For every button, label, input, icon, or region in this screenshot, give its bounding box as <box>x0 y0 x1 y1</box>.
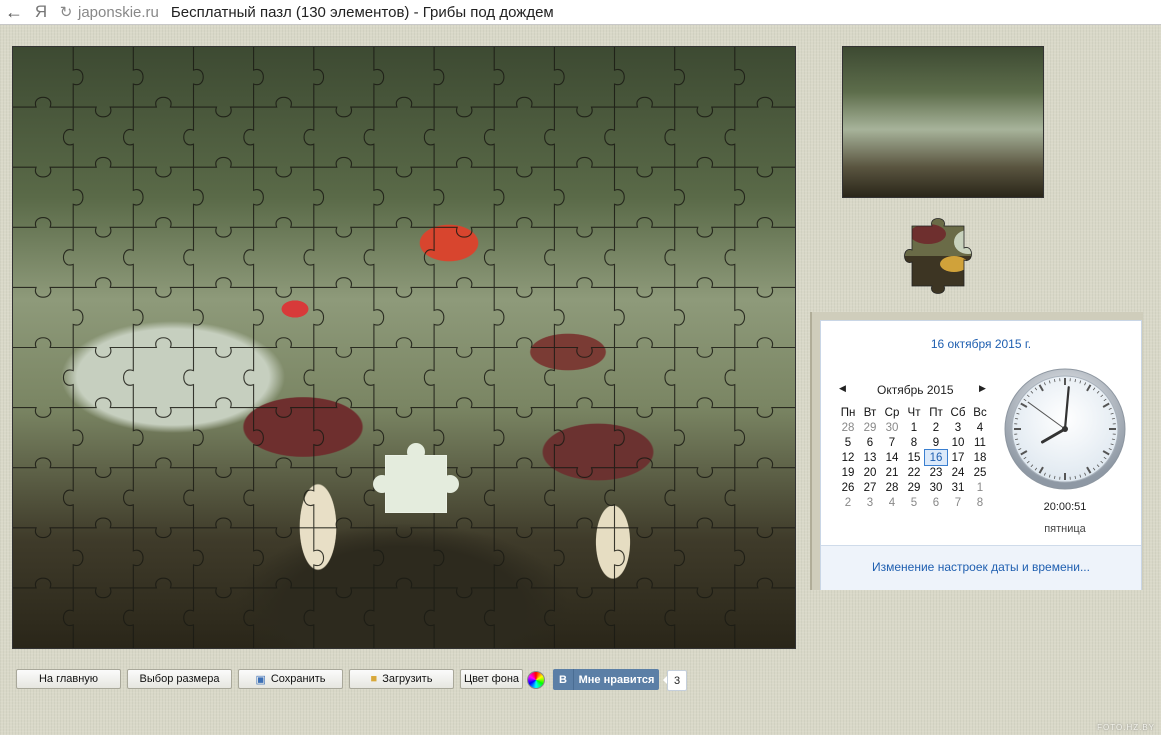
calendar-day[interactable]: 30 <box>925 480 947 495</box>
calendar-day[interactable]: 23 <box>925 465 947 480</box>
back-arrow-icon[interactable]: ← <box>0 0 28 24</box>
browser-address-bar: ← Я ↻ japonskie.ru Бесплатный пазл (130 … <box>0 0 1161 25</box>
calendar-day[interactable]: 3 <box>947 420 969 435</box>
calendar-day[interactable]: 2 <box>837 495 859 510</box>
page-title: Бесплатный пазл (130 элементов) - Грибы … <box>170 3 554 21</box>
weekday-header: Чт <box>907 406 921 419</box>
calendar-day[interactable]: 7 <box>947 495 969 510</box>
vk-like-button[interactable]: В Мне нравится <box>553 669 659 690</box>
reload-icon[interactable]: ↻ <box>54 3 78 21</box>
weekday-header: Ср <box>884 406 900 419</box>
calendar-day[interactable]: 9 <box>925 435 947 450</box>
calendar-day[interactable]: 13 <box>859 450 881 465</box>
next-month-icon[interactable]: ▶ <box>979 383 986 394</box>
loose-puzzle-piece[interactable] <box>898 212 988 300</box>
calendar-day[interactable]: 22 <box>903 465 925 480</box>
floppy-disk-icon: ▣ <box>255 673 266 686</box>
calendar-day[interactable]: 4 <box>969 420 991 435</box>
load-button[interactable]: ■ Загрузить <box>349 669 454 689</box>
calendar-day[interactable]: 7 <box>881 435 903 450</box>
calendar-day[interactable]: 25 <box>969 465 991 480</box>
calendar-day[interactable]: 28 <box>881 480 903 495</box>
calendar-day[interactable]: 20 <box>859 465 881 480</box>
watermark: FOTO.HZ.BY <box>1097 723 1155 732</box>
bgcolor-button[interactable]: Цвет фона <box>460 669 523 689</box>
month-label: Октябрь 2015 <box>877 383 954 397</box>
calendar-day[interactable]: 12 <box>837 450 859 465</box>
calendar-day[interactable]: 26 <box>837 480 859 495</box>
puzzle-board[interactable] <box>12 46 796 649</box>
calendar-day[interactable]: 2 <box>925 420 947 435</box>
calendar-day[interactable]: 19 <box>837 465 859 480</box>
weekday-header: Пн <box>840 406 856 419</box>
load-button-label: Загрузить <box>382 673 433 685</box>
calendar-day[interactable]: 15 <box>903 450 925 465</box>
calendar-day[interactable]: 5 <box>903 495 925 510</box>
prev-month-icon[interactable]: ◀ <box>839 383 846 394</box>
date-time-settings-link[interactable]: Изменение настроек даты и времени... <box>821 560 1141 574</box>
empty-piece-slot[interactable] <box>373 443 459 513</box>
weekday-header: Сб <box>950 406 966 419</box>
calendar-day[interactable]: 8 <box>903 435 925 450</box>
calendar-day[interactable]: 6 <box>859 435 881 450</box>
calendar-day[interactable]: 1 <box>969 480 991 495</box>
calendar-day[interactable]: 27 <box>859 480 881 495</box>
save-button-label: Сохранить <box>270 673 326 685</box>
bgcolor-button-label: Цвет фона <box>463 673 520 685</box>
calendar-day[interactable]: 16 <box>924 449 948 466</box>
calendar-day[interactable]: 5 <box>837 435 859 450</box>
calendar-widget: 16 октября 2015 г. ◀ Октябрь 2015 ▶ Пн Вт… <box>820 320 1142 590</box>
calendar-day[interactable]: 11 <box>969 435 991 450</box>
month-header: ◀ Октябрь 2015 ▶ <box>833 383 986 397</box>
vk-logo-icon: В <box>553 669 574 690</box>
color-wheel-icon[interactable] <box>527 671 545 689</box>
puzzle-grid <box>13 47 795 648</box>
weekday-header: Пт <box>929 406 943 419</box>
calendar-day[interactable]: 28 <box>837 420 859 435</box>
calendar-day[interactable]: 3 <box>859 495 881 510</box>
calendar-footer: Изменение настроек даты и времени... <box>821 545 1141 590</box>
calendar-day[interactable]: 17 <box>947 450 969 465</box>
folder-icon: ■ <box>370 673 378 685</box>
calendar-day[interactable]: 29 <box>859 420 881 435</box>
yandex-button[interactable]: Я <box>28 0 54 24</box>
digital-time: 20:00:51 <box>1043 501 1087 513</box>
home-button-label: На главную <box>38 673 99 685</box>
weekday-label: пятница <box>1044 523 1086 535</box>
calendar-day[interactable]: 8 <box>969 495 991 510</box>
weekday-header: Вт <box>863 406 877 419</box>
calendar-day[interactable]: 30 <box>881 420 903 435</box>
calendar-day[interactable]: 31 <box>947 480 969 495</box>
home-button[interactable]: На главную <box>16 669 121 689</box>
preview-image <box>842 46 1044 198</box>
size-select-button[interactable]: Выбор размера <box>127 669 232 689</box>
calendar-day[interactable]: 21 <box>881 465 903 480</box>
calendar-day[interactable]: 18 <box>969 450 991 465</box>
weekday-header: Вс <box>973 406 987 419</box>
vk-like-label: Мне нравится <box>578 673 655 686</box>
url-domain[interactable]: japonskie.ru <box>78 4 159 21</box>
calendar-day[interactable]: 6 <box>925 495 947 510</box>
calendar-day[interactable]: 14 <box>881 450 903 465</box>
calendar-day[interactable]: 4 <box>881 495 903 510</box>
vk-like-count: 3 <box>663 670 687 691</box>
save-button[interactable]: ▣ Сохранить <box>238 669 343 689</box>
calendar-date-link[interactable]: 16 октября 2015 г. <box>821 337 1141 351</box>
size-button-label: Выбор размера <box>139 673 220 685</box>
calendar-day[interactable]: 24 <box>947 465 969 480</box>
analog-clock-icon <box>1004 368 1126 490</box>
calendar-days: Пн Вт Ср Чт Пт Сб Вс 28 29 30 1 2 3 4 5 6 7 8 9 10 11 12 13 14… <box>837 405 991 510</box>
calendar-day[interactable]: 1 <box>903 420 925 435</box>
calendar-day[interactable]: 10 <box>947 435 969 450</box>
calendar-day[interactable]: 29 <box>903 480 925 495</box>
yandex-label: Я <box>34 2 48 21</box>
